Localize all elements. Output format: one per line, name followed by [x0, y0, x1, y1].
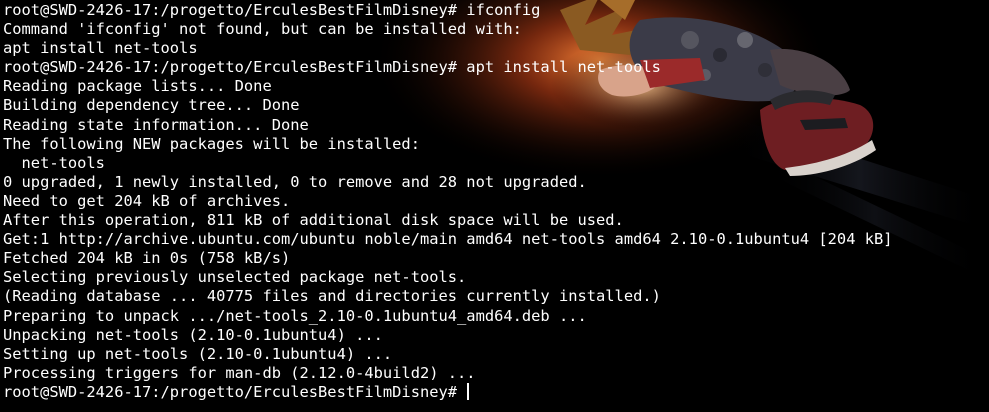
terminal-output[interactable]: root@SWD-2426-17:/progetto/ErculesBestFi…: [3, 1, 989, 402]
terminal-line: root@SWD-2426-17:/progetto/ErculesBestFi…: [3, 58, 661, 77]
terminal-line: net-tools: [3, 153, 105, 172]
terminal-line: 0 upgraded, 1 newly installed, 0 to remo…: [3, 172, 587, 191]
terminal-line: Fetched 204 kB in 0s (758 kB/s): [3, 249, 291, 268]
terminal-line: After this operation, 811 kB of addition…: [3, 211, 624, 230]
terminal-line: apt install net-tools: [3, 39, 198, 58]
terminal-line: Building dependency tree... Done: [3, 96, 300, 115]
command-prompt: root@SWD-2426-17:/progetto/ErculesBestFi…: [3, 382, 467, 401]
terminal-line: Command 'ifconfig' not found, but can be…: [3, 20, 522, 39]
terminal-line: Reading state information... Done: [3, 115, 309, 134]
terminal-line: Preparing to unpack .../net-tools_2.10-0…: [3, 306, 587, 325]
text-cursor[interactable]: [467, 382, 470, 400]
terminal-line: Unpacking net-tools (2.10-0.1ubuntu4) ..…: [3, 325, 383, 344]
terminal-line: root@SWD-2426-17:/progetto/ErculesBestFi…: [3, 1, 541, 19]
terminal-line: Setting up net-tools (2.10-0.1ubuntu4) .…: [3, 344, 393, 363]
terminal-line: (Reading database ... 40775 files and di…: [3, 287, 661, 306]
command-prompt-line[interactable]: root@SWD-2426-17:/progetto/ErculesBestFi…: [3, 382, 989, 402]
terminal-line: Need to get 204 kB of archives.: [3, 191, 291, 210]
terminal-line: The following NEW packages will be insta…: [3, 134, 420, 153]
terminal-window[interactable]: root@SWD-2426-17:/progetto/ErculesBestFi…: [0, 0, 989, 412]
terminal-line: Reading package lists... Done: [3, 77, 272, 96]
terminal-line: Processing triggers for man-db (2.12.0-4…: [3, 363, 476, 382]
terminal-line: Get:1 http://archive.ubuntu.com/ubuntu n…: [3, 230, 893, 249]
terminal-line: Selecting previously unselected package …: [3, 268, 467, 287]
